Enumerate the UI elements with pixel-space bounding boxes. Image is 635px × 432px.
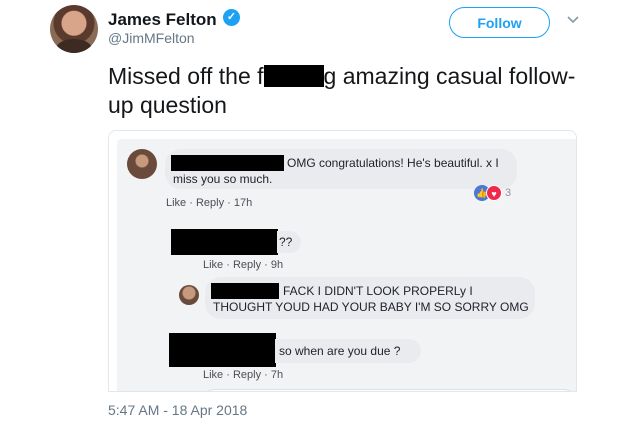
- author-name[interactable]: James Felton: [108, 10, 217, 30]
- comment-actions[interactable]: Like · Reply · 9h: [203, 259, 283, 271]
- comment-bubble: ??: [277, 231, 301, 253]
- comment-input[interactable]: [203, 389, 575, 391]
- comment-text: FACK I DIDN'T LOOK PROPERLy I THOUGHT YO…: [213, 284, 529, 314]
- comment-actions[interactable]: Like · Reply · 17h: [166, 197, 252, 209]
- reaction-count: 3: [505, 187, 512, 199]
- comment-bubble: OMG congratulations! He's beautiful. x I…: [165, 149, 517, 189]
- comment-text: so when are you due ?: [279, 344, 401, 358]
- reactions[interactable]: 👍 ♥ 3: [474, 185, 511, 201]
- chevron-down-icon[interactable]: [566, 12, 580, 26]
- follow-button[interactable]: Follow: [449, 7, 550, 38]
- author-handle[interactable]: @JimMFelton: [108, 30, 195, 46]
- facebook-comments-panel: OMG congratulations! He's beautiful. x I…: [117, 139, 576, 391]
- comment-actions[interactable]: Like · Reply · 7h: [203, 369, 283, 381]
- commenter-avatar: [179, 285, 199, 305]
- comment-bubble: so when are you due ?: [275, 339, 421, 363]
- tweet-timestamp[interactable]: 5:47 AM - 18 Apr 2018: [108, 402, 247, 418]
- comment-text: ??: [279, 235, 293, 249]
- embedded-screenshot[interactable]: OMG congratulations! He's beautiful. x I…: [108, 130, 577, 392]
- tweet-text: Missed off the fg amazing casual follow-…: [108, 62, 588, 120]
- redaction-box: [263, 65, 324, 87]
- redacted-name: [169, 333, 276, 367]
- love-reaction-icon: ♥: [486, 185, 502, 201]
- comment-bubble: FACK I DIDN'T LOOK PROPERLy I THOUGHT YO…: [205, 277, 535, 319]
- redacted-name: [171, 229, 278, 255]
- avatar[interactable]: [50, 5, 98, 53]
- commenter-avatar: [127, 149, 157, 179]
- tweet-text-start: Missed off the f: [108, 63, 264, 89]
- verified-badge-icon: ✓: [223, 9, 240, 26]
- comment-text: OMG congratulations! He's beautiful. x I…: [173, 156, 499, 186]
